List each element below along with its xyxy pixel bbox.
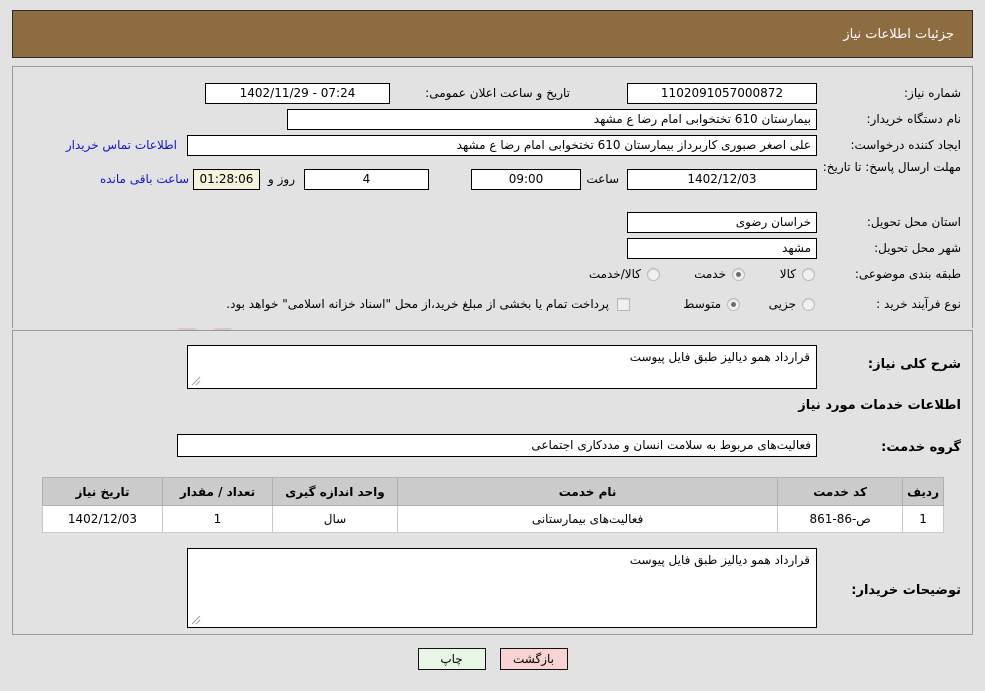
buyer-contact-link-wrap: اطلاعات تماس خریدار (66, 134, 177, 156)
description-textarea[interactable]: قرارداد همو دیالیز طبق فایل پیوست (187, 345, 817, 389)
print-button[interactable]: چاپ (417, 648, 486, 670)
deadline-time-value[interactable]: 09:00 (471, 168, 581, 190)
process-option-motevaset[interactable]: متوسط (683, 293, 740, 315)
days-and-label: روز و (268, 172, 295, 186)
treasury-note-row: پرداخت تمام یا بخشی از مبلغ خرید،از محل … (226, 293, 630, 315)
buyer-org-field-wrap: بیمارستان 610 تختخوابی امام رضا ع مشهد (287, 108, 817, 130)
resize-grip-icon-2[interactable] (191, 615, 201, 625)
creator-row: ایجاد کننده درخواست: (850, 134, 961, 156)
service-group-field-wrap: فعالیت‌های مربوط به سلامت انسان و مددکار… (177, 433, 817, 457)
col-code: کد خدمت (777, 477, 904, 506)
process-row: نوع فرآیند خرید : (876, 293, 961, 315)
category-option-kala-khedmat-label: کالا/خدمت (588, 267, 641, 281)
city-field-wrap: مشهد (627, 237, 817, 259)
cell-quantity: 1 (162, 505, 273, 533)
category-row: طبقه بندی موضوعی: (855, 263, 961, 285)
need-number-field-wrap: 1102091057000872 (627, 82, 817, 104)
cell-name: فعالیت‌های بیمارستانی (396, 505, 779, 533)
city-label: شهر محل تحویل: (874, 241, 961, 255)
deadline-date-wrap: 1402/12/03 (627, 168, 817, 190)
category-option-khedmat-label: خدمت (694, 267, 726, 281)
buyer-comments-label: توضیحات خریدار: (851, 583, 961, 598)
hours-remaining-value[interactable]: 01:28:06 (193, 168, 260, 190)
col-quantity: تعداد / مقدار (162, 477, 273, 506)
col-need-date: تاریخ نیاز (42, 477, 163, 506)
resize-grip-icon[interactable] (191, 376, 201, 386)
days-and-label-wrap: روز و (268, 168, 295, 190)
announce-datetime-value[interactable]: 07:24 - 1402/11/29 (205, 82, 390, 104)
category-option-kala-label: کالا (779, 267, 796, 281)
radio-kala-khedmat-icon[interactable] (647, 267, 660, 281)
hours-remaining-wrap: 01:28:06 (193, 168, 260, 190)
hours-remaining-label: ساعت باقی مانده (99, 172, 189, 186)
days-remaining-wrap: 4 (304, 168, 429, 190)
cell-radif: 1 (902, 505, 944, 533)
buyer-comments-textarea[interactable]: قرارداد همو دیالیز طبق فایل پیوست (187, 548, 817, 628)
buyer-org-value[interactable]: بیمارستان 610 تختخوابی امام رضا ع مشهد (287, 108, 817, 130)
process-option-jozi[interactable]: جزیی (769, 293, 815, 315)
announce-datetime-label: تاریخ و ساعت اعلان عمومی: (425, 86, 570, 100)
announce-datetime-field-wrap: 07:24 - 1402/11/29 (205, 82, 390, 104)
deadline-time-label-wrap: ساعت (586, 168, 619, 190)
creator-label: ایجاد کننده درخواست: (850, 138, 961, 152)
province-label: استان محل تحویل: (866, 215, 961, 229)
deadline-date-value[interactable]: 1402/12/03 (627, 168, 817, 190)
need-number-row: شماره نیاز: (904, 82, 961, 104)
radio-motevaset-icon[interactable] (727, 297, 740, 311)
description-label: شرح کلی نیاز: (867, 357, 961, 372)
province-field-wrap: خراسان رضوی (627, 211, 817, 233)
col-unit: واحد اندازه گیری (272, 477, 398, 506)
need-number-label: شماره نیاز: (904, 86, 961, 100)
process-option-jozi-label: جزیی (768, 297, 796, 311)
treasury-note-label: پرداخت تمام یا بخشی از مبلغ خرید،از محل … (226, 297, 609, 311)
cell-unit: سال (272, 505, 398, 533)
deadline-time-wrap: 09:00 (471, 168, 581, 190)
buyer-contact-link[interactable]: اطلاعات تماس خریدار (66, 138, 177, 152)
description-value: قرارداد همو دیالیز طبق فایل پیوست (629, 350, 810, 364)
announce-datetime-row: تاریخ و ساعت اعلان عمومی: (425, 82, 570, 104)
days-remaining-value[interactable]: 4 (304, 168, 429, 190)
need-number-value[interactable]: 1102091057000872 (627, 82, 817, 104)
page-header: جزئیات اطلاعات نیاز (12, 10, 973, 58)
city-row: شهر محل تحویل: (874, 237, 961, 259)
services-section-heading: اطلاعات خدمات مورد نیاز (798, 398, 961, 413)
table-row[interactable]: 1 ص-86-861 فعالیت‌های بیمارستانی سال 1 1… (42, 505, 944, 533)
deadline-time-label: ساعت (586, 172, 619, 186)
creator-field-wrap: علی اصغر صبوری کاربرداز بیمارستان 610 تخ… (187, 134, 817, 156)
province-value[interactable]: خراسان رضوی (627, 211, 817, 233)
category-option-kala[interactable]: کالا (780, 263, 815, 285)
buyer-org-row: نام دستگاه خریدار: (867, 108, 962, 130)
creator-value[interactable]: علی اصغر صبوری کاربرداز بیمارستان 610 تخ… (187, 134, 817, 156)
process-label: نوع فرآیند خرید : (876, 297, 961, 311)
services-table: ردیف کد خدمت نام خدمت واحد اندازه گیری ت… (42, 477, 944, 533)
deadline-row: مهلت ارسال پاسخ: تا تاریخ: (821, 160, 961, 200)
radio-khedmat-icon[interactable] (732, 267, 745, 281)
col-name: نام خدمت (396, 477, 779, 506)
cell-code: ص-86-861 (777, 505, 904, 533)
service-group-value[interactable]: فعالیت‌های مربوط به سلامت انسان و مددکار… (177, 433, 817, 457)
cell-need-date: 1402/12/03 (42, 505, 163, 533)
table-header-row: ردیف کد خدمت نام خدمت واحد اندازه گیری ت… (42, 477, 944, 506)
col-radif: ردیف (902, 477, 944, 506)
treasury-checkbox-icon[interactable] (617, 297, 630, 311)
radio-jozi-icon[interactable] (802, 297, 815, 311)
category-option-khedmat[interactable]: خدمت (694, 263, 745, 285)
buyer-comments-value: قرارداد همو دیالیز طبق فایل پیوست (629, 553, 810, 567)
back-button[interactable]: بازگشت (499, 648, 568, 670)
radio-kala-icon[interactable] (802, 267, 815, 281)
services-table-wrap: ردیف کد خدمت نام خدمت واحد اندازه گیری ت… (42, 477, 944, 533)
category-option-kala-khedmat[interactable]: کالا/خدمت (589, 263, 660, 285)
deadline-label: مهلت ارسال پاسخ: تا تاریخ: (822, 160, 961, 174)
page-root: جزئیات اطلاعات نیاز شماره نیاز: 11020910… (0, 0, 985, 691)
action-button-row: بازگشت چاپ (0, 648, 985, 670)
hours-remaining-label-wrap: ساعت باقی مانده (100, 168, 189, 190)
city-value[interactable]: مشهد (627, 237, 817, 259)
service-group-label: گروه خدمت: (881, 440, 961, 455)
process-option-motevaset-label: متوسط (683, 297, 721, 311)
province-row: استان محل تحویل: (867, 211, 961, 233)
page-title: جزئیات اطلاعات نیاز (843, 26, 954, 42)
category-label: طبقه بندی موضوعی: (854, 267, 961, 281)
buyer-org-label: نام دستگاه خریدار: (866, 112, 962, 126)
